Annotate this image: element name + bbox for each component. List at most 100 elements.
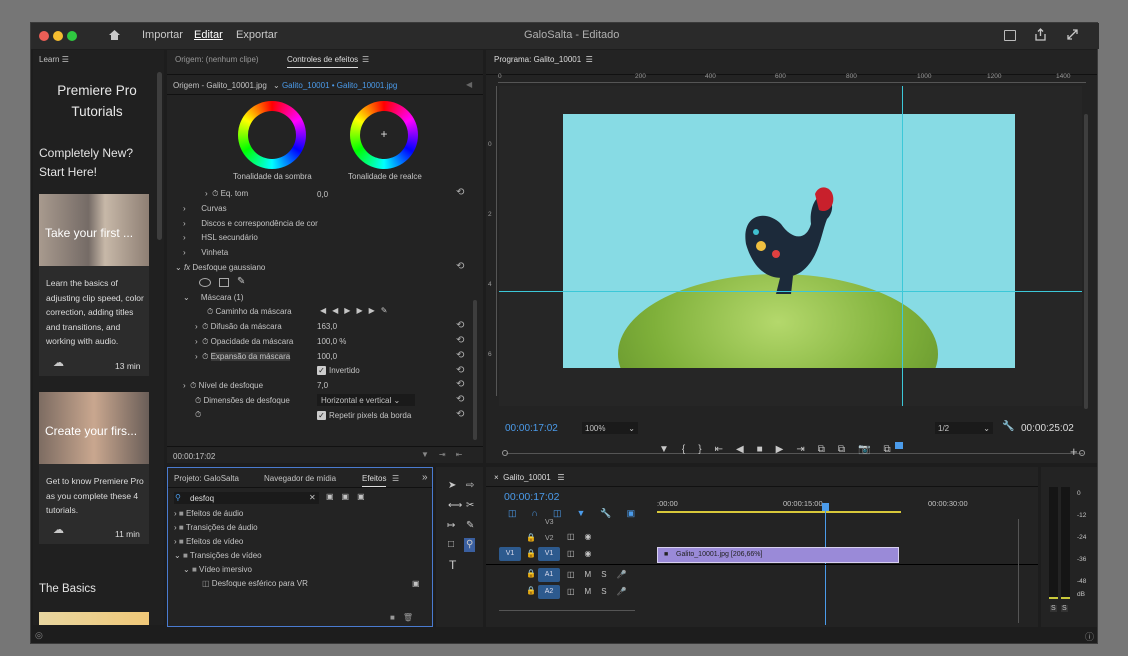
lock-icon[interactable]: 🔒 bbox=[526, 569, 536, 578]
panel-menu-icon[interactable]: ☰ bbox=[362, 55, 369, 64]
guide-horizontal[interactable] bbox=[499, 291, 1082, 292]
guide-vertical[interactable] bbox=[902, 86, 903, 406]
v1-track-controls[interactable]: ◫◉ bbox=[567, 549, 602, 558]
track-v1[interactable]: V1 bbox=[538, 547, 560, 561]
stopwatch-icon[interactable]: ⏱ bbox=[195, 396, 201, 405]
ripple-edit-icon[interactable]: ⟷ bbox=[448, 501, 462, 511]
tab-importar[interactable]: Importar bbox=[142, 29, 183, 41]
wrench-icon[interactable]: 🔧 bbox=[1002, 422, 1014, 432]
blur-dims-select[interactable]: Horizontal e vertical ⌄ bbox=[317, 394, 415, 406]
track-select-icon[interactable]: ⇨ bbox=[466, 481, 474, 491]
panel-menu-icon[interactable]: ☰ bbox=[62, 55, 69, 64]
reset-icon[interactable]: ⟲ bbox=[456, 187, 464, 198]
stopwatch-icon[interactable]: ⏱ bbox=[202, 322, 208, 331]
stopwatch-icon[interactable]: ⏱ bbox=[202, 337, 208, 346]
tab-media-browser[interactable]: Navegador de mídia bbox=[264, 474, 336, 483]
ellipse-mask-icon[interactable] bbox=[199, 278, 211, 287]
info-icon[interactable]: ⓘ bbox=[1085, 630, 1094, 643]
row-vinheta[interactable]: › Vinheta bbox=[183, 248, 228, 257]
row-hsl[interactable]: › HSL secundário bbox=[183, 233, 258, 242]
slip-tool-icon[interactable]: ↦ bbox=[447, 521, 455, 531]
add-button[interactable]: + bbox=[1070, 444, 1078, 459]
work-area-bar[interactable] bbox=[657, 511, 901, 513]
clear-search-icon[interactable]: ✕ bbox=[309, 493, 316, 502]
reset-icon[interactable]: ⟲ bbox=[456, 261, 464, 272]
row-mask-opacity[interactable]: › ⏱ Opacidade da máscara bbox=[195, 337, 293, 347]
fullscreen-icon[interactable] bbox=[1066, 28, 1079, 41]
bin-icons[interactable]: ■🗑 bbox=[390, 613, 421, 622]
mask-feather-value[interactable]: 163,0 bbox=[317, 322, 337, 331]
zoom-window-button[interactable] bbox=[67, 31, 77, 41]
track-a2[interactable]: A2 bbox=[538, 585, 560, 599]
zoom-select[interactable]: 100% ⌄ bbox=[582, 422, 638, 434]
tab-source[interactable]: Origem: (nenhum clipe) bbox=[175, 55, 259, 64]
mask-track-controls[interactable]: ◀◀▶▶▶✎ bbox=[320, 306, 393, 315]
tutorial-card-1[interactable]: Take your first ... Learn the basics of … bbox=[39, 194, 149, 376]
timeline-h-scroll[interactable] bbox=[499, 610, 635, 611]
tab-project[interactable]: Projeto: GaloSalta bbox=[174, 474, 239, 483]
quality-select[interactable]: 1/2 ⌄ bbox=[935, 422, 993, 434]
reset-icon[interactable]: ⟲ bbox=[456, 320, 464, 331]
solo-right-button[interactable]: S bbox=[1061, 605, 1068, 612]
filter-icons[interactable]: ▼⇥⇤ bbox=[421, 450, 472, 459]
effect-scrollbar[interactable] bbox=[473, 300, 477, 440]
tree-item[interactable]: ⌄ ■ Transições de vídeo bbox=[174, 551, 262, 560]
reset-icon[interactable]: ⟲ bbox=[456, 409, 464, 420]
reset-icon[interactable]: ⟲ bbox=[456, 394, 464, 405]
scrub-start[interactable] bbox=[502, 450, 508, 456]
reset-icon[interactable]: ⟲ bbox=[456, 379, 464, 390]
row-discos[interactable]: › Discos e correspondência de cor bbox=[183, 219, 318, 228]
close-window-button[interactable] bbox=[39, 31, 49, 41]
timeline-timecode[interactable]: 00:00:17:02 bbox=[504, 491, 559, 503]
home-icon[interactable] bbox=[108, 29, 121, 41]
learn-scrollbar[interactable] bbox=[157, 72, 162, 240]
timeline-tools[interactable]: ◫∩◫▼🔧▣ bbox=[508, 508, 650, 519]
stopwatch-icon[interactable]: ⏱ bbox=[195, 410, 201, 420]
shadow-tint-wheel[interactable] bbox=[238, 101, 306, 169]
accel-filter-icons[interactable]: ▣▣▣ bbox=[326, 492, 373, 501]
effect-timecode[interactable]: 00:00:17:02 bbox=[173, 452, 215, 461]
share-icon[interactable] bbox=[1034, 28, 1047, 41]
expand-panels-icon[interactable]: » bbox=[422, 472, 428, 483]
basics-thumbnail[interactable] bbox=[39, 612, 149, 625]
row-mask-expansion[interactable]: › ⏱ Expansão da máscara bbox=[195, 352, 291, 362]
lock-icon[interactable]: 🔒 bbox=[526, 549, 536, 558]
mask-expansion-value[interactable]: 100,0 bbox=[317, 352, 337, 361]
row-eq-tom[interactable]: › ⏱ Eq. tom bbox=[205, 189, 248, 199]
row-blur-level[interactable]: › ⏱ Nível de desfoque bbox=[183, 381, 263, 391]
program-timecode[interactable]: 00:00:17:02 bbox=[505, 423, 558, 434]
a2-track-controls[interactable]: ◫MS🎤 bbox=[567, 587, 637, 596]
rect-mask-icon[interactable] bbox=[219, 278, 229, 287]
transport-controls[interactable]: ▼{}⇤◀■▶⇥⧉⧉📷⧉ bbox=[659, 444, 904, 455]
panel-menu-icon[interactable]: ☰ bbox=[392, 474, 399, 483]
type-tool-icon[interactable]: T bbox=[449, 559, 456, 571]
workspace-icon[interactable] bbox=[1004, 30, 1016, 41]
reset-icon[interactable]: ⟲ bbox=[456, 350, 464, 361]
timeline-ruler[interactable]: :00:00 00:00:15:00 00:00:30:00 bbox=[657, 495, 1037, 519]
panel-menu-icon[interactable]: ☰ bbox=[557, 473, 564, 482]
pen-mask-icon[interactable]: ✎ bbox=[237, 276, 245, 287]
solo-left-button[interactable]: S bbox=[1050, 605, 1057, 612]
program-scrollbar[interactable] bbox=[1084, 114, 1088, 409]
timeline-v-scroll[interactable] bbox=[1018, 519, 1019, 623]
effects-search-input[interactable]: ⚲ desfoq ✕ bbox=[174, 492, 319, 504]
reset-icon[interactable]: ⟲ bbox=[456, 335, 464, 346]
timeline-clip[interactable]: ■ Galito_10001.jpg [206,66%] bbox=[657, 547, 899, 563]
source-patch-v1[interactable]: V1 bbox=[499, 547, 521, 561]
row-mask-feather[interactable]: › ⏱ Difusão da máscara bbox=[195, 322, 282, 332]
zoom-tool-icon[interactable]: ⚲ bbox=[464, 538, 476, 552]
rectangle-tool-icon[interactable]: □ bbox=[448, 540, 454, 550]
minimize-window-button[interactable] bbox=[53, 31, 63, 41]
tree-item[interactable]: › ■ Efeitos de vídeo bbox=[174, 537, 243, 546]
program-viewport[interactable] bbox=[499, 86, 1082, 406]
tab-exportar[interactable]: Exportar bbox=[236, 29, 278, 41]
lock-icon[interactable]: 🔒 bbox=[526, 533, 536, 542]
inverted-checkbox[interactable]: ✓ Invertido bbox=[317, 366, 360, 376]
v2-track-controls[interactable]: ◫◉ bbox=[567, 532, 602, 541]
row-curvas[interactable]: › Curvas bbox=[183, 204, 227, 213]
tutorial-card-2[interactable]: Create your firs... Get to know Premiere… bbox=[39, 392, 149, 544]
stopwatch-icon[interactable]: ⏱ bbox=[212, 189, 218, 198]
panel-menu-icon[interactable]: ☰ bbox=[586, 55, 593, 64]
lock-icon[interactable]: 🔒 bbox=[526, 586, 536, 595]
tree-item[interactable]: › ■ Efeitos de áudio bbox=[174, 509, 243, 518]
